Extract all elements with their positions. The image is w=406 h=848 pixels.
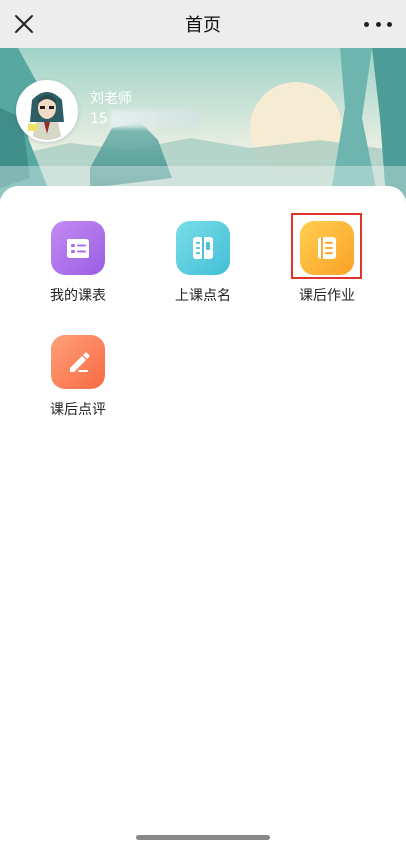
- more-options-icon[interactable]: [364, 14, 392, 34]
- phone-redaction: [109, 110, 200, 128]
- menu-item-my-schedule[interactable]: 我的课表: [23, 221, 133, 305]
- menu-label: 我的课表: [50, 288, 106, 304]
- phone-visible-digits: 15: [90, 111, 108, 127]
- avatar[interactable]: [16, 80, 78, 142]
- menu-item-review[interactable]: 课后点评: [23, 335, 133, 419]
- top-navigation-bar: 首页: [0, 0, 406, 48]
- roll-call-icon: [176, 221, 230, 275]
- menu-label: 上课点名: [175, 288, 231, 304]
- user-phone: 15: [90, 110, 200, 128]
- review-pencil-icon: [51, 335, 105, 389]
- menu-label: 课后作业: [299, 288, 355, 304]
- close-icon[interactable]: [12, 12, 36, 36]
- schedule-icon: [51, 221, 105, 275]
- page-title: 首页: [185, 15, 221, 36]
- menu-label: 课后点评: [50, 402, 106, 418]
- hero-banner: 刘老师 15: [0, 48, 406, 208]
- menu-item-roll-call[interactable]: 上课点名: [148, 221, 258, 305]
- home-indicator[interactable]: [136, 835, 270, 840]
- user-name: 刘老师: [90, 91, 132, 107]
- selection-highlight: [291, 213, 362, 279]
